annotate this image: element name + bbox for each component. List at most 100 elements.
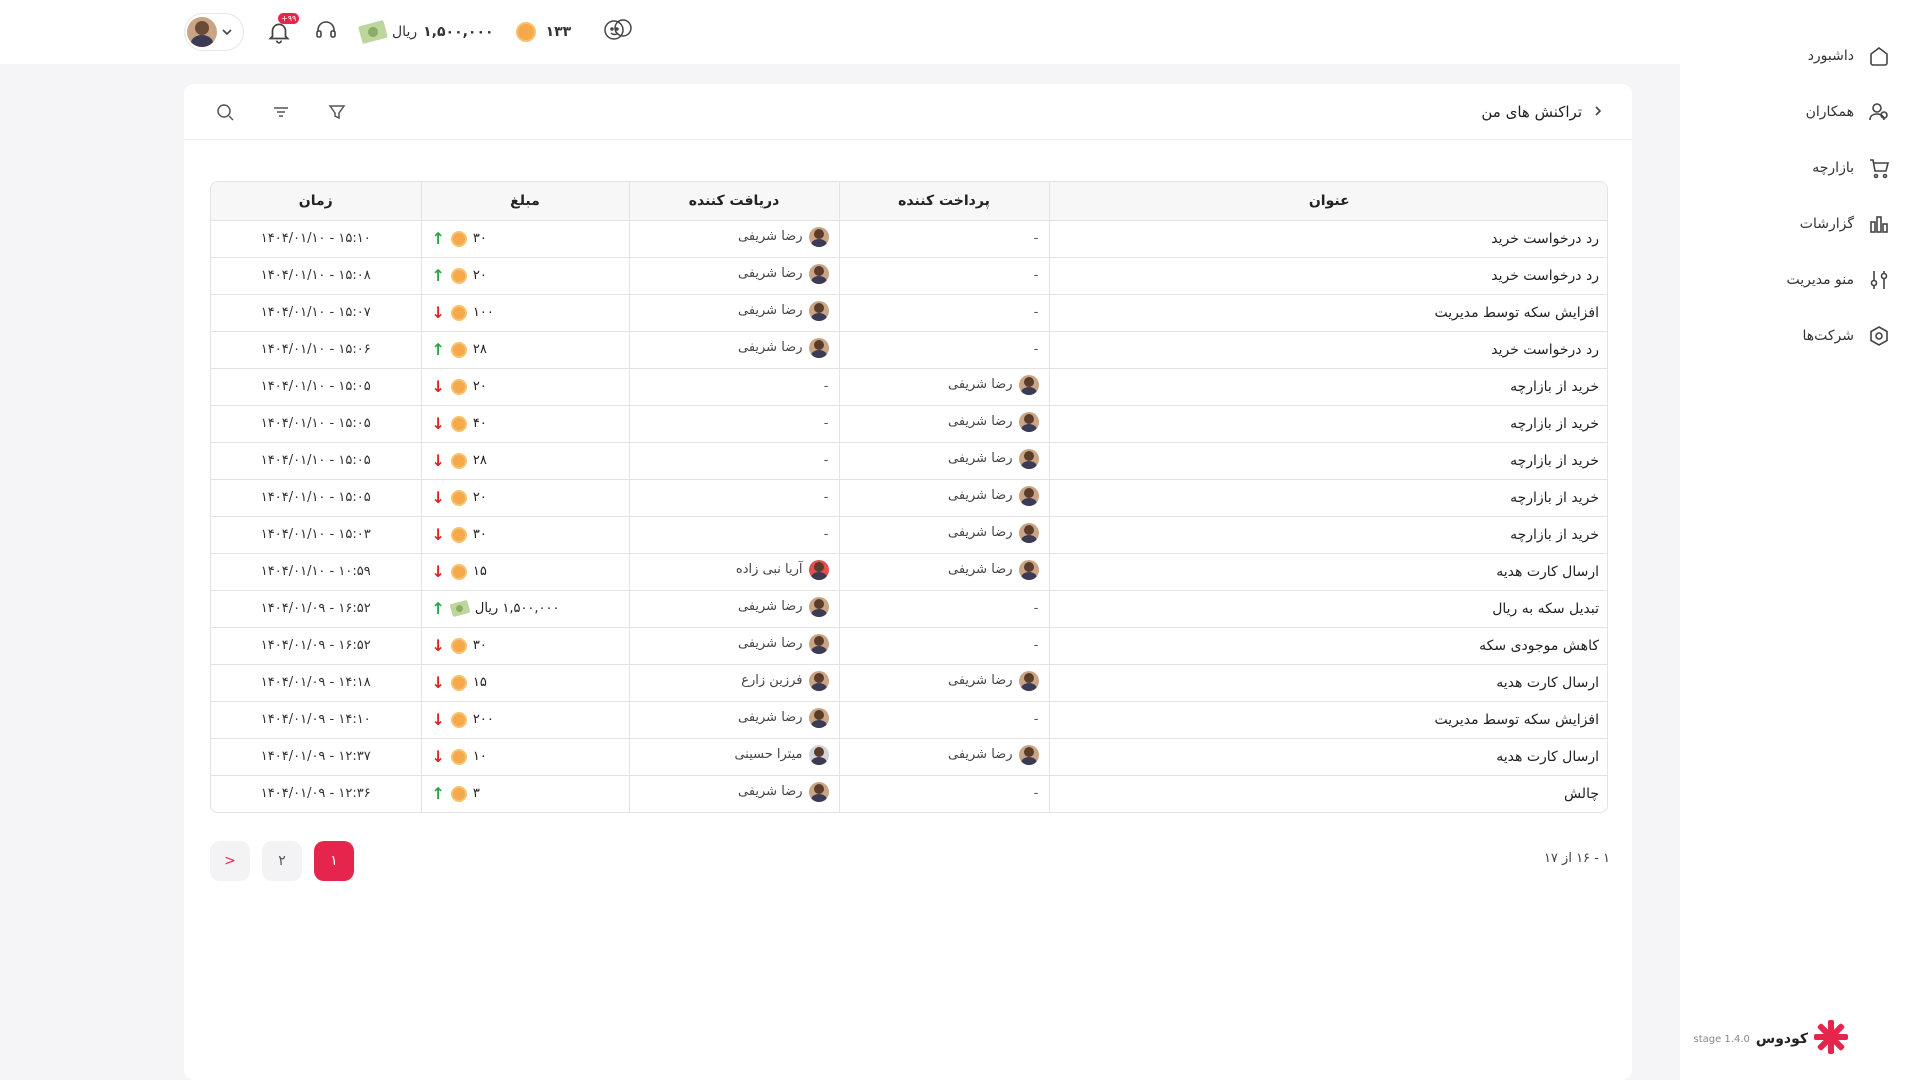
column-header-time[interactable]: زمان [211,182,421,221]
cell-time: ۱۴۰۴/۰۱/۱۰ - ۱۵:۱۰ [211,220,421,258]
table-row[interactable]: خرید از بازارچه رضا شریفی - ↓ ۲۰ ۱۴۰۴/۰۱/۱۰ -… [211,479,1607,517]
empty-dash: - [1033,786,1039,802]
page-button-1[interactable]: ۱ [314,841,354,881]
amount-value: ۲۰ [472,379,487,394]
mood-icon[interactable] [603,17,633,47]
sidebar-item-colleagues[interactable]: همکاران [1700,84,1892,140]
table-row[interactable]: افزایش سکه توسط مدیریت - رضا شریفی ↓ ۱۰۰ ۱۴۰۴… [211,294,1607,332]
cell-receiver: رضا شریفی [628,331,839,369]
avatar [1018,559,1039,580]
cell-time: ۱۴۰۴/۰۱/۱۰ - ۱۵:۰۶ [211,331,421,369]
empty-dash: - [1033,342,1039,357]
empty-dash: - [823,453,829,468]
cell-title: ارسال کارت هدیه [1048,664,1607,702]
column-header-receiver[interactable]: دریافت کننده [628,182,839,221]
cell-payer: - [838,220,1049,258]
notifications-button[interactable]: +۹۹ [266,13,300,45]
table-row[interactable]: ارسال کارت هدیه رضا شریفی فرزین زارع ↓ ۱۵ ۱۴۰… [211,664,1607,702]
cell-title: کاهش موجودی سکه [1048,627,1607,665]
coin-icon [450,563,467,580]
coin-icon [450,378,467,395]
avatar [1018,744,1039,765]
avatar [1018,670,1039,691]
table-row[interactable]: ارسال کارت هدیه رضا شریفی آریا نبی زاده ↓ ۱۵… [211,553,1607,591]
person-name: فرزین زارع [741,673,803,688]
cell-receiver: رضا شریفی [628,220,839,258]
page-button-2[interactable]: ۲ [262,841,302,881]
person-name: رضا شریفی [947,377,1013,392]
card-header: تراکنش های من [184,84,1632,140]
support-headset-icon[interactable] [314,18,338,46]
cell-time: ۱۴۰۴/۰۱/۱۰ - ۱۵:۰۵ [211,368,421,406]
coin-icon [450,711,467,728]
sidebar-item-marketplace[interactable]: بازارچه [1700,140,1892,196]
column-header-amount[interactable]: مبلغ [420,182,629,221]
person-name: رضا شریفی [947,562,1013,577]
chevron-right-icon[interactable] [1592,103,1604,121]
avatar [808,226,829,247]
cell-title: خرید از بازارچه [1048,516,1607,554]
avatar [1018,485,1039,506]
person-name: رضا شریفی [737,784,803,800]
table-tools [214,84,348,140]
sidebar-item-companies[interactable]: شرکت‌ها [1700,308,1892,364]
table-row[interactable]: خرید از بازارچه رضا شریفی - ↓ ۲۰ ۱۴۰۴/۰۱/۱۰ -… [211,368,1607,406]
sidebar-item-reports[interactable]: گزارشات [1700,196,1892,252]
table-row[interactable]: خرید از بازارچه رضا شریفی - ↓ ۳۰ ۱۴۰۴/۰۱/۱۰ -… [211,516,1607,554]
amount-value: ۲۰ [472,268,487,283]
table-row[interactable]: کاهش موجودی سکه - رضا شریفی ↓ ۳۰ ۱۴۰۴/۰۱/۰۹ -… [211,627,1607,665]
cell-receiver: رضا شریفی [628,701,839,739]
amount-value: ۳۰ [472,638,487,653]
column-header-payer[interactable]: پرداخت کننده [838,182,1049,221]
cell-time: ۱۴۰۴/۰۱/۱۰ - ۱۰:۵۹ [211,553,421,591]
amount-value: ۱,۵۰۰,۰۰۰ ریال [474,601,560,616]
avatar [808,744,829,765]
cell-amount: ↑ ۲۰ [420,257,629,295]
table-row[interactable]: خرید از بازارچه رضا شریفی - ↓ ۲۸ ۱۴۰۴/۰۱/۱۰ -… [211,442,1607,480]
next-page-button[interactable]: > [210,841,250,881]
person-name: رضا شریفی [947,414,1013,429]
table-row[interactable]: چالش - رضا شریفی ↑ ۳ ۱۴۰۴/۰۱/۰۹ - ۱۲:۳۶ [211,775,1607,812]
table-row[interactable]: خرید از بازارچه رضا شریفی - ↓ ۴۰ ۱۴۰۴/۰۱/۱۰ -… [211,405,1607,443]
filter-button[interactable] [326,101,348,123]
sort-button[interactable] [270,101,292,123]
cell-title: تبدیل سکه به ریال [1048,590,1607,628]
person-name: رضا شریفی [737,636,803,651]
sidebar-item-admin-menu[interactable]: منو مدیریت [1700,252,1892,308]
cell-title: ارسال کارت هدیه [1048,553,1607,591]
table-row[interactable]: افزایش سکه توسط مدیریت - رضا شریفی ↓ ۲۰۰ ۱۴۰۴… [211,701,1607,739]
empty-dash: - [1033,601,1039,616]
table-row[interactable]: رد درخواست خرید - رضا شریفی ↑ ۲۰ ۱۴۰۴/۰۱/۱۰ -… [211,257,1607,295]
coin-icon [450,637,467,654]
cell-amount: ↓ ۱۵ [420,664,629,702]
topbar: +۹۹ ریال ۱,۵۰۰,۰۰۰ ۱۳۳ [0,0,1680,64]
cell-time: ۱۴۰۴/۰۱/۱۰ - ۱۵:۰۳ [211,516,421,554]
table-row[interactable]: رد درخواست خرید - رضا شریفی ↑ ۲۸ ۱۴۰۴/۰۱/۱۰ -… [211,331,1607,369]
user-menu[interactable] [184,13,244,51]
sidebar-item-dashboard[interactable]: داشبورد [1700,28,1892,84]
column-header-title[interactable]: عنوان [1048,182,1607,221]
table-row[interactable]: ارسال کارت هدیه رضا شریفی میترا حسینی ↓ ۱۰ ۱۴… [211,738,1607,776]
coin-icon [515,22,536,42]
cell-receiver: رضا شریفی [628,775,839,812]
table-row[interactable]: تبدیل سکه به ریال - رضا شریفی ↑ ۱,۵۰۰,۰۰۰ ری… [211,590,1607,628]
cell-payer: رضا شریفی [838,368,1049,406]
empty-dash: - [1033,305,1039,320]
amount-value: ۱۰ [472,749,487,764]
arrow-up-icon: ↑ [431,228,445,248]
cell-payer: رضا شریفی [838,442,1049,480]
notification-badge: +۹۹ [278,13,300,24]
empty-dash: - [823,416,829,431]
transactions-table-wrap: عنوان پرداخت کننده دریافت کننده مبلغ زما… [210,181,1608,813]
arrow-down-icon: ↓ [431,524,445,544]
pagination: > ۲ ۱ [210,841,354,881]
cell-receiver: رضا شریفی [628,294,839,332]
person-name: رضا شریفی [947,747,1013,762]
arrow-down-icon: ↓ [431,450,445,470]
cell-amount: ↑ ۳۰ [420,220,629,258]
cell-time: ۱۴۰۴/۰۱/۰۹ - ۱۲:۳۷ [211,738,421,776]
table-row[interactable]: رد درخواست خرید - رضا شریفی ↑ ۳۰ ۱۴۰۴/۰۱/۱۰ -… [211,220,1607,258]
search-button[interactable] [214,101,236,123]
money-icon [449,599,471,618]
person-name: رضا شریفی [947,488,1013,503]
